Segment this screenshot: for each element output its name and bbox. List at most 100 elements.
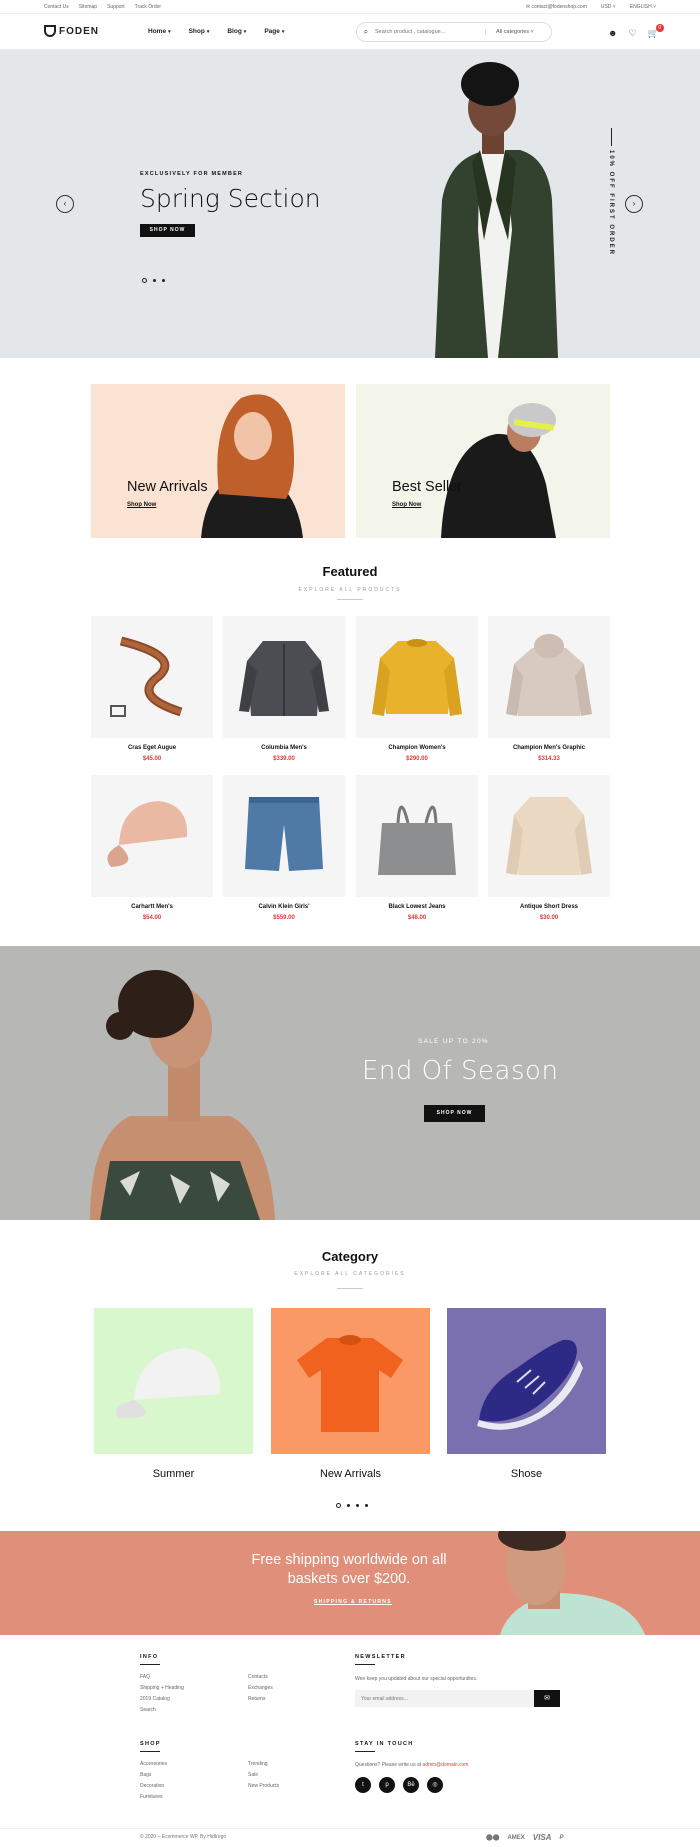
newsletter-email-input[interactable] bbox=[355, 1690, 534, 1707]
nav-shop[interactable]: Shop ▾ bbox=[189, 28, 210, 35]
product-name[interactable]: Champion Men's Graphic bbox=[488, 745, 610, 751]
category-image[interactable] bbox=[271, 1308, 430, 1454]
product-card[interactable]: Antique Short Dress $30.00 bbox=[488, 775, 610, 921]
slider-dot[interactable] bbox=[347, 1504, 350, 1507]
nav-blog[interactable]: Blog ▾ bbox=[227, 28, 246, 35]
instagram-icon[interactable]: ◎ bbox=[427, 1777, 443, 1793]
newsletter-submit-button[interactable]: ✉ bbox=[534, 1690, 560, 1707]
product-card[interactable]: Columbia Men's $339.00 bbox=[223, 616, 345, 762]
product-image[interactable] bbox=[223, 775, 345, 897]
visa-icon: VISA bbox=[532, 1833, 552, 1842]
footer-link[interactable]: Contacts bbox=[248, 1674, 273, 1680]
footer-link[interactable]: FAQ bbox=[140, 1674, 184, 1680]
heart-icon[interactable]: ♡ bbox=[628, 28, 636, 39]
slider-dot[interactable] bbox=[336, 1503, 341, 1508]
nav-page[interactable]: Page ▾ bbox=[264, 28, 284, 35]
product-card[interactable]: Champion Women's $290.00 bbox=[356, 616, 478, 762]
footer-info-links: FAQ Shipping + Heading 2019 Catalog Sear… bbox=[140, 1674, 184, 1713]
category-image[interactable] bbox=[447, 1308, 606, 1454]
category-card-shose[interactable]: Shose bbox=[447, 1308, 606, 1480]
footer-heading: SHOP bbox=[140, 1741, 161, 1747]
product-image[interactable] bbox=[488, 616, 610, 738]
slider-dot[interactable] bbox=[356, 1504, 359, 1507]
product-price: $54.00 bbox=[142, 915, 162, 921]
hero-shop-now-button[interactable]: SHOP NOW bbox=[140, 224, 195, 237]
footer-link[interactable]: Accessories bbox=[140, 1761, 167, 1767]
footer-link[interactable]: New Products bbox=[248, 1783, 279, 1789]
product-name[interactable]: Champion Women's bbox=[356, 745, 478, 751]
product-card[interactable]: Carhartt Men's $54.00 bbox=[91, 775, 213, 921]
product-name[interactable]: Calvin Klein Girls' bbox=[223, 904, 345, 910]
product-card[interactable]: Champion Men's Graphic $314.33 bbox=[488, 616, 610, 762]
footer-link[interactable]: Search bbox=[140, 1707, 184, 1713]
product-name[interactable]: Black Lowest Jeans bbox=[356, 904, 478, 910]
contact-email-link[interactable]: admin@domain.com bbox=[423, 1762, 469, 1768]
banner-new-arrivals[interactable]: New Arrivals Shop Now bbox=[91, 384, 345, 538]
season-shop-now-button[interactable]: SHOP NOW bbox=[424, 1105, 485, 1122]
divider bbox=[355, 1664, 375, 1665]
slider-dot[interactable] bbox=[162, 279, 165, 282]
product-image[interactable] bbox=[488, 775, 610, 897]
category-card-summer[interactable]: Summer bbox=[94, 1308, 253, 1480]
product-card[interactable]: Cras Eget Augue $45.00 bbox=[91, 616, 213, 762]
belt-image bbox=[110, 636, 183, 717]
banner-model-image bbox=[441, 403, 556, 538]
search-icon[interactable]: ⌕ bbox=[357, 27, 375, 37]
email-link[interactable]: ✉ contact@fodenshop.com bbox=[526, 4, 587, 10]
footer-link[interactable]: Trending bbox=[248, 1761, 279, 1767]
currency-select[interactable]: USD ˅ bbox=[601, 4, 616, 10]
top-bar: Contact Us Sitemap Support Track Order ✉… bbox=[0, 0, 700, 14]
banner-shop-now-link[interactable]: Shop Now bbox=[127, 502, 156, 508]
hoodie-image bbox=[506, 634, 592, 716]
language-select[interactable]: ENGLISH ˅ bbox=[630, 4, 656, 10]
link-sitemap[interactable]: Sitemap bbox=[79, 4, 97, 10]
nav-home[interactable]: Home ▾ bbox=[148, 28, 171, 35]
footer-link[interactable]: Returns bbox=[248, 1696, 273, 1702]
product-image[interactable] bbox=[91, 775, 213, 897]
product-name[interactable]: Antique Short Dress bbox=[488, 904, 610, 910]
link-support[interactable]: Support bbox=[107, 4, 125, 10]
chevron-down-icon: ˅ bbox=[651, 4, 656, 10]
pinterest-icon[interactable]: p bbox=[379, 1777, 395, 1793]
link-contact-us[interactable]: Contact Us bbox=[44, 4, 69, 10]
logo[interactable]: FODEN bbox=[44, 25, 99, 37]
category-image[interactable] bbox=[94, 1308, 253, 1454]
slider-dot[interactable] bbox=[365, 1504, 368, 1507]
product-name[interactable]: Carhartt Men's bbox=[91, 904, 213, 910]
slider-prev-button[interactable]: ‹ bbox=[56, 195, 74, 213]
category-name[interactable]: New Arrivals bbox=[271, 1468, 430, 1480]
product-name[interactable]: Columbia Men's bbox=[223, 745, 345, 751]
footer-link[interactable]: Furnitures bbox=[140, 1794, 167, 1800]
footer-link[interactable]: 2019 Catalog bbox=[140, 1696, 184, 1702]
category-select[interactable]: All categories ˅ bbox=[485, 29, 551, 35]
footer-link[interactable]: Exchanges bbox=[248, 1685, 273, 1691]
product-image[interactable] bbox=[356, 775, 478, 897]
product-image[interactable] bbox=[223, 616, 345, 738]
shipping-returns-link[interactable]: SHIPPING & RETURNS bbox=[314, 1599, 392, 1605]
category-name[interactable]: Summer bbox=[94, 1468, 253, 1480]
footer-link[interactable]: Shipping + Heading bbox=[140, 1685, 184, 1691]
slider-next-button[interactable]: › bbox=[625, 195, 643, 213]
cart-button[interactable]: 🛒 0 bbox=[648, 24, 664, 39]
banner-shop-now-link[interactable]: Shop Now bbox=[392, 502, 421, 508]
twitter-icon[interactable]: t bbox=[355, 1777, 371, 1793]
product-card[interactable]: Black Lowest Jeans $48.00 bbox=[356, 775, 478, 921]
link-track-order[interactable]: Track Order bbox=[135, 4, 161, 10]
category-name[interactable]: Shose bbox=[447, 1468, 606, 1480]
shipping-model-image bbox=[498, 1531, 645, 1635]
slider-dot[interactable] bbox=[142, 278, 147, 283]
user-icon[interactable]: ☻ bbox=[608, 28, 617, 39]
footer-link[interactable]: Bags bbox=[140, 1772, 167, 1778]
footer-link[interactable]: Decoration bbox=[140, 1783, 167, 1789]
behance-icon[interactable]: Bē bbox=[403, 1777, 419, 1793]
product-name[interactable]: Cras Eget Augue bbox=[91, 745, 213, 751]
slider-dot[interactable] bbox=[153, 279, 156, 282]
product-card[interactable]: Calvin Klein Girls' $559.00 bbox=[223, 775, 345, 921]
divider bbox=[337, 1288, 363, 1289]
product-image[interactable] bbox=[91, 616, 213, 738]
search-input[interactable] bbox=[375, 29, 485, 35]
footer-link[interactable]: Sale bbox=[248, 1772, 279, 1778]
banner-best-seller[interactable]: Best Seller Shop Now bbox=[356, 384, 610, 538]
category-card-new-arrivals[interactable]: New Arrivals bbox=[271, 1308, 430, 1480]
product-image[interactable] bbox=[356, 616, 478, 738]
